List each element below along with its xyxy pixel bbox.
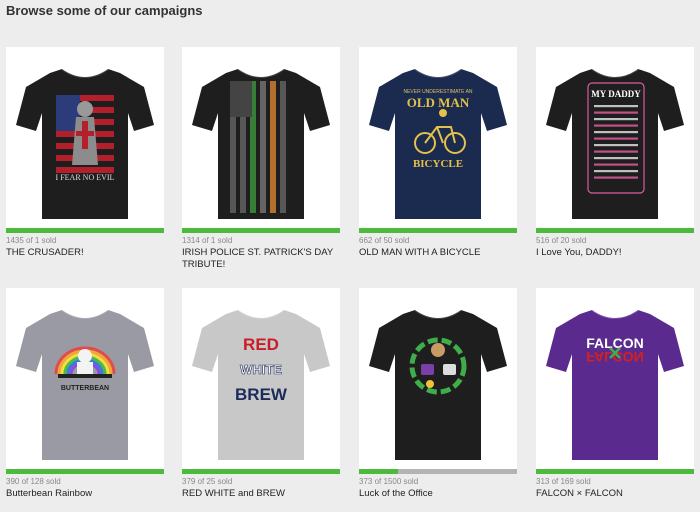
tshirt-image[interactable] <box>182 47 340 228</box>
svg-text:WHITE: WHITE <box>240 362 282 377</box>
tshirt-image[interactable]: RED WHITE BREW <box>182 288 340 469</box>
campaign-card[interactable]: I FEAR NO EVIL 1435 of 1 sold THE CRUSAD… <box>6 47 164 259</box>
svg-text:BREW: BREW <box>235 385 288 404</box>
campaign-title[interactable]: I Love You, DADDY! <box>536 247 694 259</box>
svg-text:MY DADDY: MY DADDY <box>591 89 641 99</box>
campaign-title[interactable]: OLD MAN WITH A BICYCLE <box>359 247 517 259</box>
sold-count: 1435 of 1 sold <box>6 236 57 245</box>
tshirt-image[interactable] <box>359 288 517 469</box>
sold-count: 1314 of 1 sold <box>182 236 233 245</box>
svg-text:OLD MAN: OLD MAN <box>407 95 470 110</box>
sales-progress-bar <box>182 469 340 474</box>
tshirt-graphic: NEVER UNDERESTIMATE ANOLD MANBICYCLE <box>369 68 507 219</box>
campaign-card[interactable]: 1314 of 1 sold IRISH POLICE ST. PATRICK'… <box>182 47 340 271</box>
campaign-card[interactable]: 373 of 1500 sold Luck of the Office <box>359 288 517 500</box>
sold-count: 516 of 20 sold <box>536 236 587 245</box>
sales-progress-bar <box>359 469 517 474</box>
tshirt-graphic: MY DADDY <box>546 68 684 219</box>
campaign-card[interactable]: MY DADDY 516 of 20 sold I Love You, DADD… <box>536 47 694 259</box>
tshirt-graphic: RED WHITE BREW <box>192 309 330 460</box>
sales-progress-bar <box>6 469 164 474</box>
campaign-title[interactable]: Luck of the Office <box>359 488 517 500</box>
campaign-title[interactable]: THE CRUSADER! <box>6 247 164 259</box>
sold-count: 313 of 169 sold <box>536 477 591 486</box>
sold-count: 379 of 25 sold <box>182 477 233 486</box>
svg-text:BUTTERBEAN: BUTTERBEAN <box>61 385 109 392</box>
shirt-print-text: I FEAR NO EVIL <box>56 173 115 182</box>
sold-count: 390 of 128 sold <box>6 477 61 486</box>
sales-progress-bar <box>536 228 694 233</box>
sales-progress-bar <box>536 469 694 474</box>
tshirt-graphic <box>369 309 507 460</box>
campaign-card[interactable]: FALCON FALCON 313 of 169 sold FALCON × FA… <box>536 288 694 500</box>
campaign-card[interactable]: BUTTERBEAN 390 of 128 sold Butterbean Ra… <box>6 288 164 500</box>
svg-text:FALCON: FALCON <box>586 335 644 351</box>
campaign-card[interactable]: RED WHITE BREW 379 of 25 sold RED WHITE an… <box>182 288 340 500</box>
sold-count: 373 of 1500 sold <box>359 477 419 486</box>
tshirt-graphic: I FEAR NO EVIL <box>16 68 154 219</box>
svg-text:RED: RED <box>243 335 279 354</box>
tshirt-image[interactable]: MY DADDY <box>536 47 694 228</box>
tshirt-image[interactable]: FALCON FALCON <box>536 288 694 469</box>
campaign-title[interactable]: Butterbean Rainbow <box>6 488 164 500</box>
campaign-title[interactable]: FALCON × FALCON <box>536 488 694 500</box>
sales-progress-bar <box>359 228 517 233</box>
tshirt-graphic <box>192 68 330 219</box>
tshirt-image[interactable]: BUTTERBEAN <box>6 288 164 469</box>
tshirt-graphic: FALCONFALCON <box>546 309 684 460</box>
tshirt-graphic: BUTTERBEAN <box>16 309 154 460</box>
sold-count: 662 of 50 sold <box>359 236 410 245</box>
campaign-card[interactable]: NEVER UNDERESTIMATE AN OLD MAN BICYCLE 662… <box>359 47 517 259</box>
campaign-title[interactable]: RED WHITE and BREW <box>182 488 340 500</box>
svg-text:BICYCLE: BICYCLE <box>413 158 463 170</box>
campaign-title[interactable]: IRISH POLICE ST. PATRICK'S DAY TRIBUTE! <box>182 247 340 271</box>
campaign-grid: I FEAR NO EVIL 1435 of 1 sold THE CRUSAD… <box>0 0 700 512</box>
tshirt-image[interactable]: I FEAR NO EVIL <box>6 47 164 228</box>
tshirt-image[interactable]: NEVER UNDERESTIMATE AN OLD MAN BICYCLE <box>359 47 517 228</box>
sales-progress-bar <box>182 228 340 233</box>
sales-progress-bar <box>6 228 164 233</box>
